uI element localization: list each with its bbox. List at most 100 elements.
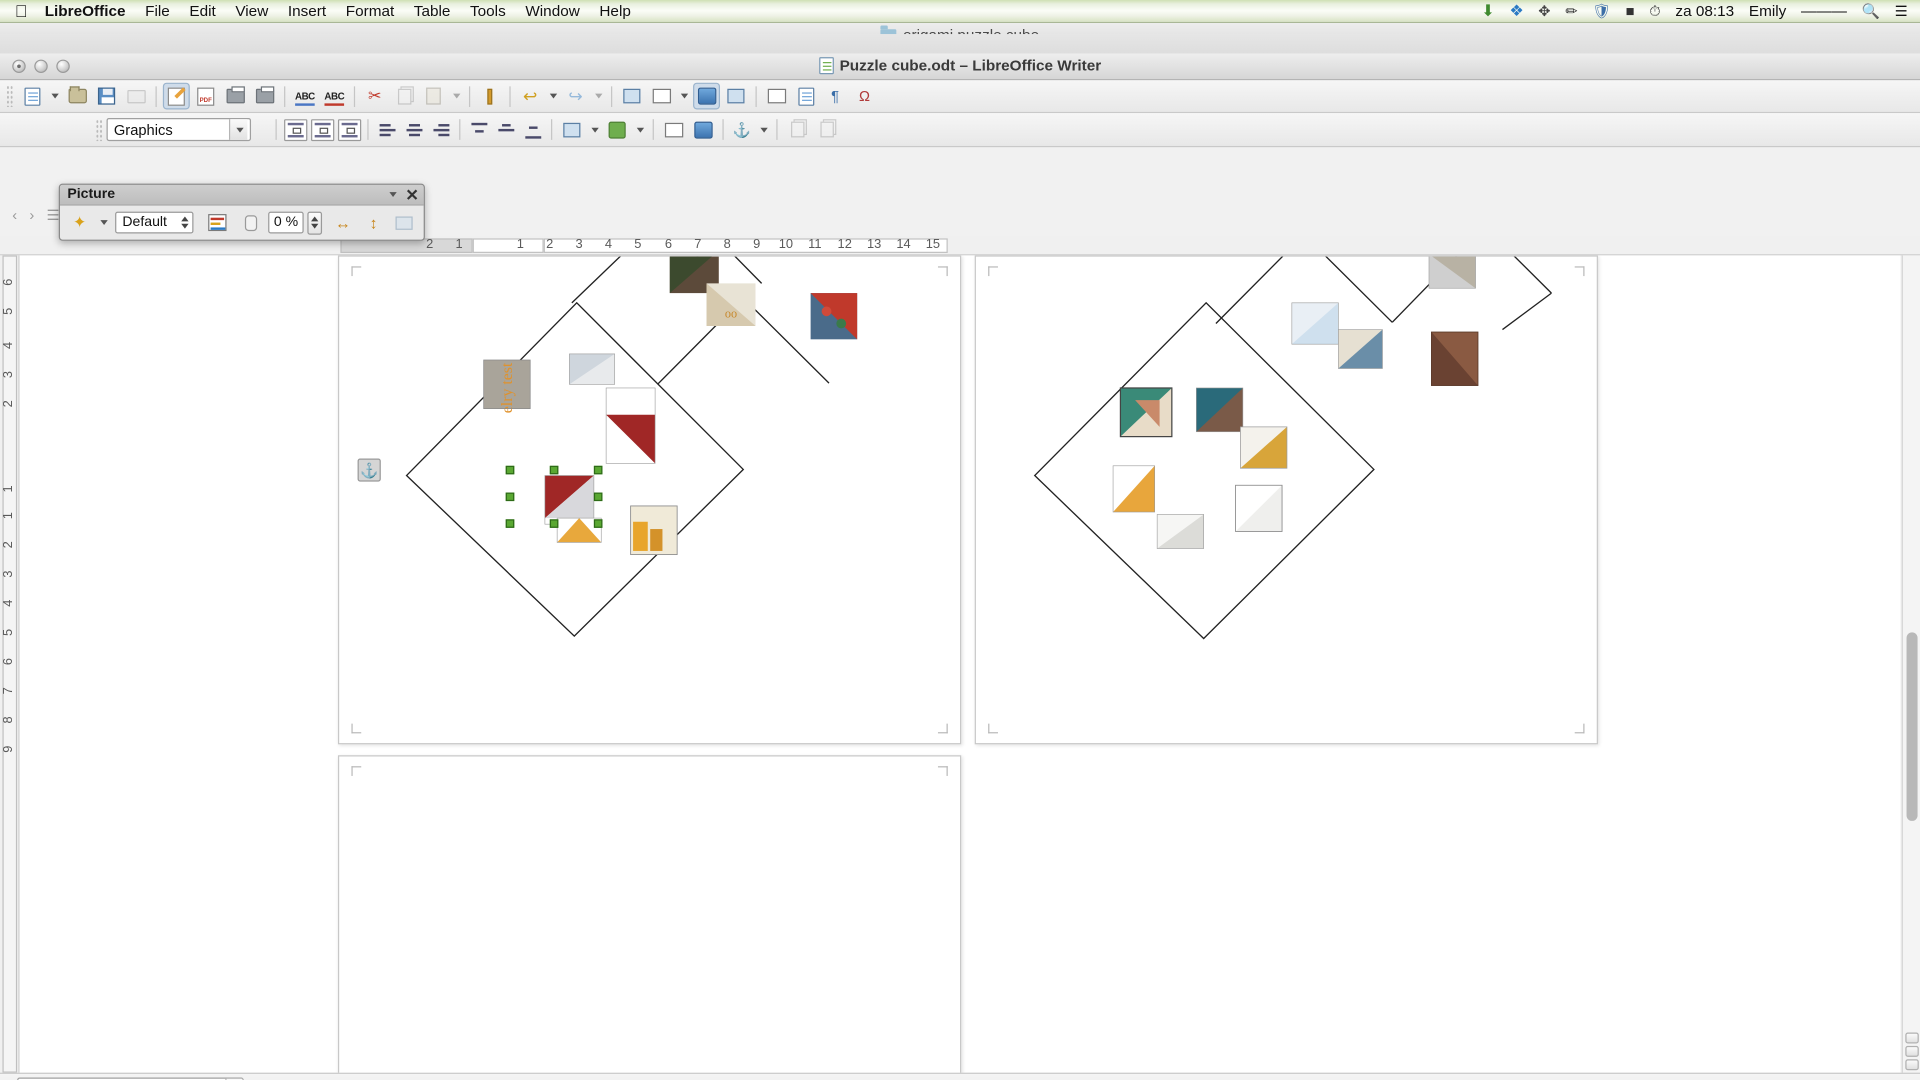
flip-vertically-button[interactable]: ↕ xyxy=(361,209,385,236)
transparency-icon-button[interactable] xyxy=(239,209,263,236)
align-middle-button[interactable] xyxy=(494,119,517,141)
wrap-through-button[interactable] xyxy=(337,118,361,141)
menubar-username[interactable]: Emily xyxy=(1749,2,1786,19)
resize-handle-n[interactable] xyxy=(549,465,559,475)
paste-dropdown[interactable] xyxy=(449,83,462,110)
ungroup-button[interactable] xyxy=(784,116,811,143)
insert-image-button[interactable] xyxy=(693,82,721,110)
redo-button[interactable]: ↪ xyxy=(562,83,589,110)
hyperlink-button[interactable] xyxy=(618,83,645,110)
menu-app-name[interactable]: LibreOffice xyxy=(45,2,126,19)
resize-handle-nw[interactable] xyxy=(505,465,515,475)
save-button[interactable] xyxy=(93,83,120,110)
align-left-button[interactable] xyxy=(375,119,398,141)
insert-textbox-button[interactable] xyxy=(763,83,790,110)
color-mode-select[interactable]: Default xyxy=(115,211,194,234)
export-pdf-button[interactable] xyxy=(192,83,219,110)
document-canvas[interactable]: elry test oo ⚓ xyxy=(19,255,1901,1073)
nav-book-icon[interactable]: ☰ xyxy=(47,207,60,224)
pen-icon[interactable]: ✏ xyxy=(1565,2,1577,19)
graphics-style-select[interactable]: Graphics xyxy=(106,117,252,142)
stepper-down-icon[interactable] xyxy=(311,223,319,229)
list-icon[interactable]: ☰ xyxy=(1895,2,1908,19)
spelling-button[interactable]: ABC xyxy=(291,83,318,110)
picture-toolbar-titlebar[interactable]: Picture ✕ xyxy=(60,184,424,206)
resize-handle-w[interactable] xyxy=(505,492,515,502)
align-center-button[interactable] xyxy=(402,119,425,141)
resize-handle-e[interactable] xyxy=(593,492,603,502)
flip-horizontally-button[interactable]: ↔ xyxy=(331,209,355,236)
resize-handle-se[interactable] xyxy=(593,519,603,528)
undo-button[interactable]: ↩ xyxy=(517,83,544,110)
undo-dropdown[interactable] xyxy=(546,83,559,110)
scrollbar-buttons[interactable] xyxy=(1905,1032,1919,1071)
border-style-button[interactable] xyxy=(689,116,716,143)
scrollbar-thumb[interactable] xyxy=(1906,632,1918,821)
download-icon[interactable]: ⬇ xyxy=(1481,1,1494,20)
bring-forward-button[interactable] xyxy=(558,116,585,143)
print-button[interactable] xyxy=(222,83,249,110)
menu-help[interactable]: Help xyxy=(599,2,630,19)
battery-icon[interactable]: ■ xyxy=(1626,2,1635,19)
transparency-stepper[interactable] xyxy=(307,211,323,235)
insert-page-break-button[interactable] xyxy=(792,83,819,110)
wrap-page-button[interactable] xyxy=(310,118,334,141)
anchor-dropdown[interactable] xyxy=(757,116,770,143)
menu-insert[interactable]: Insert xyxy=(288,2,326,19)
insert-chart-button[interactable] xyxy=(722,83,749,110)
insert-table-dropdown[interactable] xyxy=(677,83,690,110)
dropbox-icon[interactable]: ❖ xyxy=(1509,1,1523,20)
formatting-marks-button[interactable]: ¶ xyxy=(822,83,849,110)
resize-handle-ne[interactable] xyxy=(593,465,603,475)
page-2[interactable] xyxy=(974,255,1598,745)
new-document-button[interactable] xyxy=(18,83,45,110)
clock-icon[interactable]: ⏱ xyxy=(1649,2,1660,20)
menu-window[interactable]: Window xyxy=(525,2,579,19)
chevron-down-icon[interactable] xyxy=(228,119,248,140)
wrap-off-button[interactable] xyxy=(283,118,307,141)
new-document-dropdown[interactable] xyxy=(48,83,61,110)
cut-button[interactable]: ✂ xyxy=(361,83,388,110)
redo-dropdown[interactable] xyxy=(591,83,604,110)
chevron-down-icon[interactable] xyxy=(389,192,397,198)
scroll-page-button[interactable] xyxy=(1905,1059,1919,1071)
align-top-button[interactable] xyxy=(467,119,490,141)
anchor-button[interactable]: ⚓ xyxy=(730,119,753,141)
graphic-filter-button[interactable]: ✦ xyxy=(67,209,91,236)
scroll-down-button[interactable] xyxy=(1905,1045,1919,1057)
toolbar-grip[interactable] xyxy=(6,85,14,108)
paste-button[interactable] xyxy=(420,83,447,110)
picture-toolbar-window[interactable]: Picture ✕ ✦ Default 0 % ↔ ↕ xyxy=(58,183,425,241)
resize-handle-sw[interactable] xyxy=(505,519,515,528)
menu-format[interactable]: Format xyxy=(346,2,394,19)
apple-logo-icon[interactable]:  xyxy=(15,2,28,19)
image-properties-button[interactable] xyxy=(392,209,416,236)
insert-table-button[interactable] xyxy=(648,83,675,110)
menu-table[interactable]: Table xyxy=(414,2,451,19)
menu-edit[interactable]: Edit xyxy=(189,2,215,19)
print-preview-button[interactable] xyxy=(251,83,278,110)
open-button[interactable] xyxy=(64,83,91,110)
group-button[interactable] xyxy=(813,116,840,143)
autospellcheck-button[interactable]: ABC xyxy=(321,83,348,110)
close-icon[interactable]: ✕ xyxy=(405,187,418,203)
nav-next-icon[interactable]: › xyxy=(29,207,34,224)
nav-previous-icon[interactable]: ‹ xyxy=(12,207,17,224)
vertical-scrollbar[interactable] xyxy=(1901,255,1920,1073)
transparency-input[interactable]: 0 % xyxy=(268,211,304,234)
anchor-icon[interactable]: ⚓ xyxy=(357,458,381,482)
menu-tools[interactable]: Tools xyxy=(470,2,506,19)
stepper-up-icon[interactable] xyxy=(311,216,319,222)
resize-handle-s[interactable] xyxy=(549,519,559,528)
scroll-up-button[interactable] xyxy=(1905,1032,1919,1044)
page-1[interactable]: elry test oo xyxy=(337,255,962,745)
bluetooth-icon[interactable]: ✥ xyxy=(1538,2,1550,19)
menubar-clock[interactable]: za 08:13 xyxy=(1675,2,1734,19)
borders-button[interactable] xyxy=(660,116,687,143)
search-icon[interactable]: 🔍 xyxy=(1862,2,1880,19)
copy-button[interactable] xyxy=(391,83,418,110)
insert-special-char-button[interactable]: Ω xyxy=(851,83,878,110)
graphic-filter-dropdown[interactable] xyxy=(98,209,110,236)
spinner-icon[interactable] xyxy=(178,213,193,232)
send-backward-dropdown[interactable] xyxy=(633,116,646,143)
